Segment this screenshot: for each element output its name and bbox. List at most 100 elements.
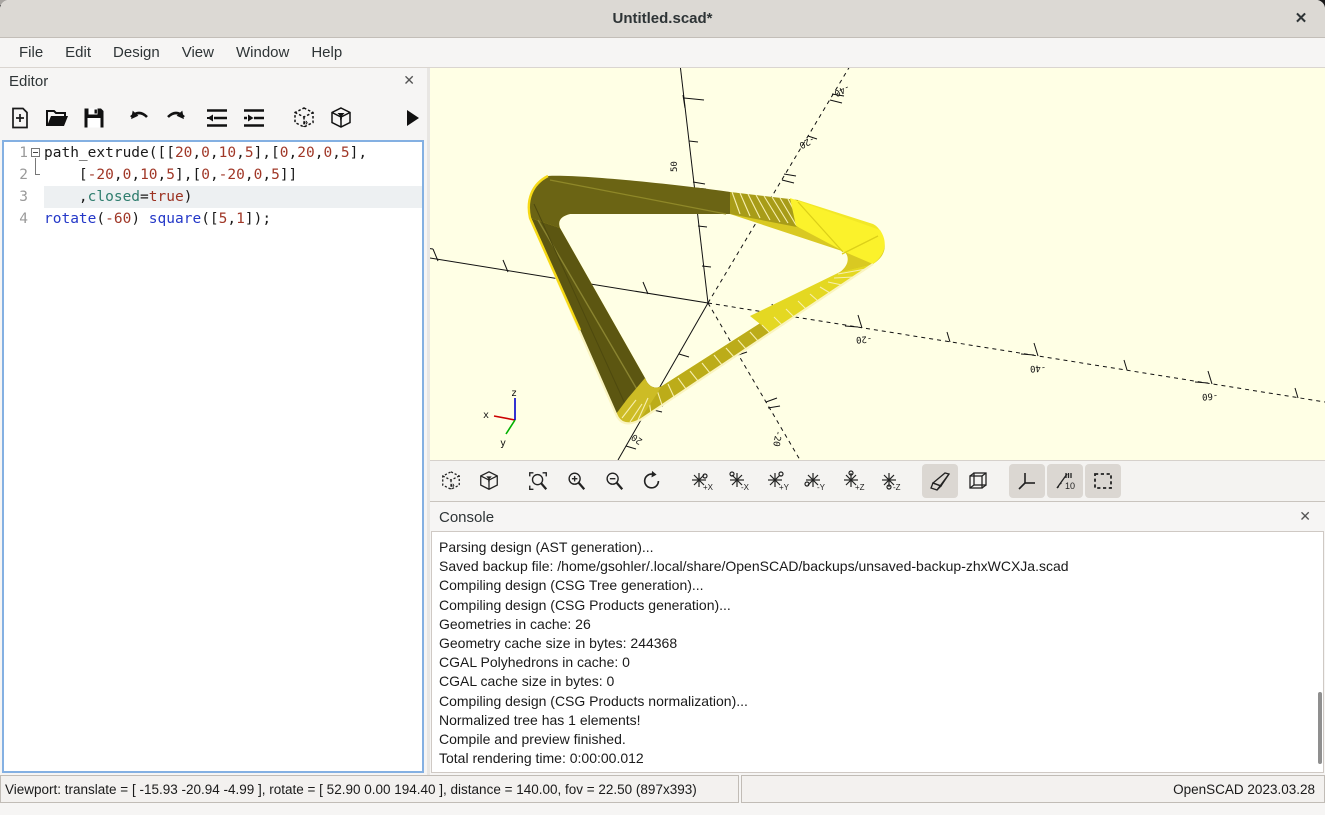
status-version-text: OpenSCAD 2023.03.28 — [1173, 782, 1315, 797]
console-line: Compiling design (CSG Products generatio… — [439, 596, 1313, 615]
view-plus-x-button[interactable]: +X — [683, 464, 719, 498]
editor-close-icon[interactable]: ✕ — [403, 72, 415, 89]
code-text: [-20,0,10,5],[0,-20,0,5]] — [44, 164, 422, 186]
reset-view-button[interactable] — [634, 464, 670, 498]
view-minus-x-icon: -X — [727, 470, 751, 492]
render-cube-icon — [329, 106, 353, 130]
menu-item-edit[interactable]: Edit — [54, 39, 102, 68]
menu-item-help[interactable]: Help — [300, 39, 353, 68]
new-file-button[interactable] — [6, 100, 34, 136]
openscad-window: Untitled.scad* ✕ FileEditDesignViewWindo… — [0, 0, 1325, 815]
code-line-4[interactable]: 4rotate(-60) square([5,1]); — [4, 208, 422, 230]
console-line: Compiling design (CSG Products normaliza… — [439, 692, 1313, 711]
code-editor[interactable]: 1 path_extrude([[20,0,10,5],[0,20,0,5],2 … — [2, 140, 424, 773]
3d-viewport[interactable]: 50 -20 -40 -20 -40 -60 20 -20 — [430, 68, 1325, 460]
console-scrollbar[interactable] — [1318, 692, 1322, 764]
menu-bar: FileEditDesignViewWindowHelp — [0, 39, 1325, 68]
code-text: ,closed=true) — [44, 186, 422, 208]
gizmo-z-label: z — [511, 388, 517, 399]
undo-button[interactable] — [125, 100, 153, 136]
console-line: Saved backup file: /home/gsohler/.local/… — [439, 557, 1313, 576]
save-icon — [82, 106, 106, 130]
fold-marker-icon[interactable] — [31, 148, 40, 157]
view-plus-y-button[interactable]: +Y — [759, 464, 795, 498]
console-log[interactable]: Parsing design (AST generation)...Saved … — [431, 531, 1324, 773]
fold-gutter[interactable] — [30, 208, 44, 230]
show-axes-button[interactable] — [1009, 464, 1045, 498]
console-line: CGAL Polyhedrons in cache: 0 — [439, 653, 1313, 672]
view-plus-y-icon: +Y — [765, 470, 789, 492]
view-minus-y-button[interactable]: -Y — [797, 464, 833, 498]
svg-text:-Y: -Y — [817, 483, 826, 492]
menu-item-design[interactable]: Design — [102, 39, 171, 68]
open-file-button[interactable] — [43, 100, 71, 136]
zoom-all-icon — [527, 470, 549, 492]
undo-icon — [126, 107, 152, 129]
zoom-all-button[interactable] — [520, 464, 556, 498]
console-panel-header: Console ✕ — [430, 503, 1325, 531]
show-axes-icon — [1015, 470, 1039, 492]
fold-gutter[interactable] — [30, 186, 44, 208]
console-line: CGAL cache size in bytes: 0 — [439, 672, 1313, 691]
svg-text:»: » — [450, 480, 455, 489]
preview-button[interactable]: » — [290, 100, 318, 136]
menu-item-file[interactable]: File — [8, 39, 54, 68]
redo-button[interactable] — [162, 100, 190, 136]
orthogonal-button[interactable] — [960, 464, 996, 498]
indent-button[interactable] — [240, 100, 268, 136]
zoom-out-button[interactable] — [596, 464, 632, 498]
menu-item-window[interactable]: Window — [225, 39, 300, 68]
preview-cube-icon: » — [292, 106, 316, 130]
unindent-button[interactable] — [204, 100, 232, 136]
fold-gutter[interactable] — [30, 142, 44, 164]
svg-text:-Z: -Z — [893, 483, 901, 492]
fold-gutter[interactable] — [30, 164, 44, 186]
code-text: rotate(-60) square([5,1]); — [44, 208, 422, 230]
preview-cube-icon: » — [440, 470, 462, 492]
window-close-icon[interactable]: ✕ — [1291, 9, 1311, 29]
zoom-in-icon — [565, 470, 587, 492]
window-bottom-fill — [0, 803, 1325, 815]
vp-render-button[interactable] — [471, 464, 507, 498]
viewport-toolbar: » +X -X +Y -Y +Z -Z 10 — [430, 460, 1325, 502]
line-number: 1 — [4, 142, 30, 164]
console-close-icon[interactable]: ✕ — [1299, 508, 1311, 525]
view-minus-y-icon: -Y — [803, 470, 827, 492]
editor-toolbar: » — [0, 95, 427, 140]
menu-item-view[interactable]: View — [171, 39, 225, 68]
editor-panel-title: Editor — [9, 73, 48, 90]
console-line: Normalized tree has 1 elements! — [439, 711, 1313, 730]
editor-panel-header: Editor ✕ — [0, 68, 427, 95]
axis-label-zneg20: -20 — [770, 429, 783, 447]
show-edges-icon — [1091, 470, 1115, 492]
view-plus-z-button[interactable]: +Z — [835, 464, 871, 498]
show-edges-button[interactable] — [1085, 464, 1121, 498]
show-scale-markers-button[interactable]: 10 — [1047, 464, 1083, 498]
code-text: path_extrude([[20,0,10,5],[0,20,0,5], — [44, 142, 422, 164]
run-button[interactable] — [399, 100, 427, 136]
editor-panel: Editor ✕ — [0, 68, 427, 775]
view-minus-x-button[interactable]: -X — [721, 464, 757, 498]
console-line: Geometries in cache: 26 — [439, 615, 1313, 634]
render-button[interactable] — [327, 100, 355, 136]
axis-label-z50: 50 — [670, 161, 680, 172]
code-line-2[interactable]: 2 [-20,0,10,5],[0,-20,0,5]] — [4, 164, 422, 186]
show-scale-markers-icon: 10 — [1053, 470, 1077, 492]
view-minus-z-button[interactable]: -Z — [873, 464, 909, 498]
title-bar[interactable]: Untitled.scad* ✕ — [0, 0, 1325, 38]
reset-view-icon — [641, 470, 663, 492]
axis-label-xneg40: -40 — [1030, 362, 1047, 373]
axis-label-yneg40: -40 — [832, 81, 851, 97]
code-line-3[interactable]: 3 ,closed=true) — [4, 186, 422, 208]
console-line: Total rendering time: 0:00:00.012 — [439, 749, 1313, 768]
scale-10-label: 10 — [1065, 481, 1075, 491]
svg-text:»: » — [303, 117, 308, 127]
perspective-icon — [928, 470, 952, 492]
redo-icon — [163, 107, 189, 129]
save-button[interactable] — [80, 100, 108, 136]
view-plus-z-icon: +Z — [841, 470, 865, 492]
perspective-button[interactable] — [922, 464, 958, 498]
zoom-in-button[interactable] — [558, 464, 594, 498]
code-line-1[interactable]: 1 path_extrude([[20,0,10,5],[0,20,0,5], — [4, 142, 422, 164]
vp-preview-button[interactable]: » — [433, 464, 469, 498]
